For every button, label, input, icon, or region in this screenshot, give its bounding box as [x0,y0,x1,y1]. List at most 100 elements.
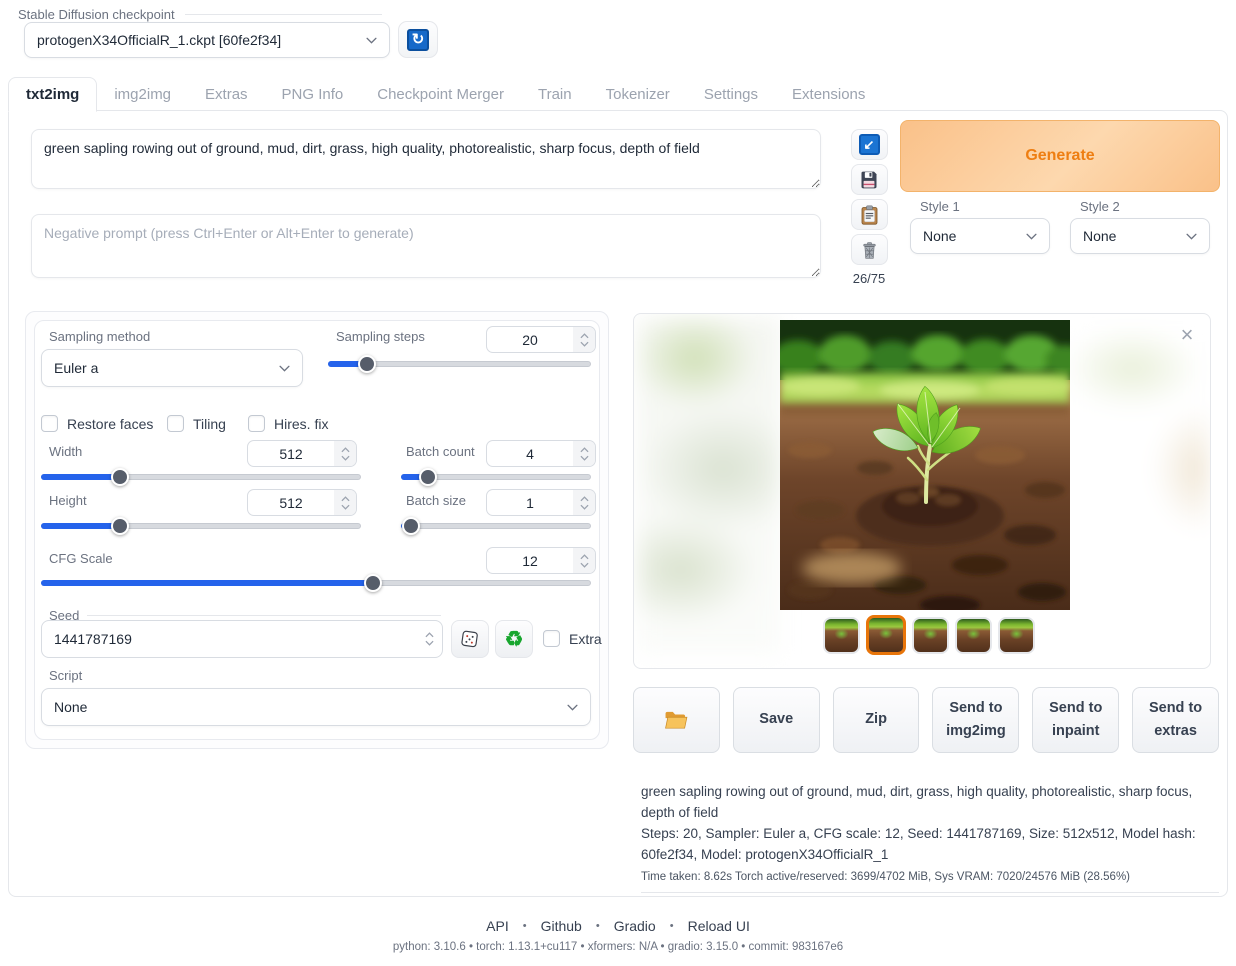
seed-input[interactable]: 1441787169 [41,620,443,658]
checkbox[interactable] [41,415,58,432]
footer-link-github[interactable]: Github [541,918,582,934]
checkpoint-label: Stable Diffusion checkpoint [18,7,382,22]
height-value: 512 [248,490,334,515]
output-actions: Save Zip Send to img2img Send to inpaint… [633,687,1219,753]
save-button[interactable]: Save [733,687,820,753]
slider-handle[interactable] [364,574,382,592]
generate-button[interactable]: Generate [900,120,1220,192]
width-input[interactable]: 512 [247,440,357,467]
random-seed-button[interactable] [451,620,489,658]
checkbox[interactable] [167,415,184,432]
checkbox[interactable] [543,630,560,647]
tab-extras[interactable]: Extras [188,78,265,111]
separator: • [670,920,674,932]
tab-settings[interactable]: Settings [687,78,775,111]
batch-size-spinner[interactable] [573,490,595,515]
cfg-scale-input[interactable]: 12 [486,547,596,574]
chevron-down-icon [1026,233,1037,240]
save-style-button[interactable] [851,164,888,195]
prompt-tools: ↙ 26/75 [850,129,888,286]
prompt-input[interactable]: green sapling rowing out of ground, mud,… [31,129,821,189]
recycle-icon: ♻ [505,629,524,650]
style1-label: Style 1 [920,199,960,214]
slider-handle[interactable] [419,468,437,486]
height-label: Height [49,493,87,508]
tiling-checkbox[interactable]: Tiling [167,415,226,432]
tab-tokenizer[interactable]: Tokenizer [589,78,687,111]
height-spinner[interactable] [334,490,356,515]
zip-button[interactable]: Zip [833,687,920,753]
generated-image-preview[interactable] [780,320,1070,610]
generation-info-prompt: green sapling rowing out of ground, mud,… [641,782,1219,824]
height-input[interactable]: 512 [247,489,357,516]
sampling-steps-slider[interactable] [328,355,591,373]
footer-link-api[interactable]: API [486,918,509,934]
cfg-scale-value: 12 [487,548,573,573]
seed-spinner[interactable] [416,621,442,657]
slider-handle[interactable] [358,355,376,373]
negative-prompt-input[interactable] [31,214,821,278]
batch-count-label: Batch count [406,444,475,459]
width-slider[interactable] [41,468,361,486]
checkbox[interactable] [248,415,265,432]
footer-link-reload-ui[interactable]: Reload UI [688,918,750,934]
cfg-scale-spinner[interactable] [573,548,595,573]
tab-png-info[interactable]: PNG Info [265,78,361,111]
tab-extensions[interactable]: Extensions [775,78,882,111]
apply-style-button[interactable] [851,199,888,230]
gallery-thumbnail-3[interactable] [912,617,949,654]
hires-fix-checkbox[interactable]: Hires. fix [248,415,328,432]
style2-dropdown[interactable]: None [1070,218,1210,254]
gallery-thumbnail-1[interactable] [823,617,860,654]
output-gallery: × [633,313,1211,669]
footer-link-gradio[interactable]: Gradio [614,918,656,934]
sampling-steps-spinner[interactable] [573,327,595,352]
script-dropdown[interactable]: None [41,688,591,726]
sampling-steps-input[interactable]: 20 [486,326,596,353]
tab-txt2img[interactable]: txt2img [8,77,97,112]
gallery-thumbnail-5[interactable] [998,617,1035,654]
batch-size-input[interactable]: 1 [486,489,596,516]
reuse-seed-button[interactable]: ♻ [495,620,533,658]
slider-handle[interactable] [402,517,420,535]
send-to-inpaint-button[interactable]: Send to inpaint [1032,687,1119,753]
label-rule [185,14,382,15]
slider-handle[interactable] [111,517,129,535]
seed-value: 1441787169 [42,621,416,657]
refresh-checkpoints-button[interactable]: ↻ [398,21,438,58]
slider-handle[interactable] [111,468,129,486]
tab-img2img[interactable]: img2img [97,78,188,111]
gallery-thumbnail-4[interactable] [955,617,992,654]
open-folder-button[interactable] [633,687,720,753]
style1-dropdown[interactable]: None [910,218,1050,254]
close-icon[interactable]: × [1174,322,1200,348]
send-to-extras-button[interactable]: Send to extras [1132,687,1219,753]
style1-value: None [923,228,956,244]
floppy-disk-icon [859,170,879,190]
extra-seed-checkbox[interactable]: Extra [543,630,602,647]
cfg-scale-slider[interactable] [41,574,591,592]
width-spinner[interactable] [334,441,356,466]
paste-generation-params-button[interactable]: ↙ [851,129,888,160]
restore-faces-checkbox[interactable]: Restore faces [41,415,153,432]
sampling-method-label: Sampling method [49,329,150,344]
clear-prompt-button[interactable] [851,234,888,265]
gallery-thumbnail-2-selected[interactable] [866,615,906,655]
batch-size-slider[interactable] [401,517,591,535]
batch-count-spinner[interactable] [573,441,595,466]
stable-diffusion-webui: Stable Diffusion checkpoint protogenX34O… [0,0,1236,966]
checkpoint-label-text: Stable Diffusion checkpoint [18,7,175,22]
txt2img-panel: green sapling rowing out of ground, mud,… [8,110,1228,897]
sampling-method-value: Euler a [54,360,98,376]
gallery-adjacent-image-right [1070,318,1208,654]
checkpoint-dropdown[interactable]: protogenX34OfficialR_1.ckpt [60fe2f34] [24,22,390,58]
batch-count-slider[interactable] [401,468,591,486]
batch-count-input[interactable]: 4 [486,440,596,467]
tab-checkpoint-merger[interactable]: Checkpoint Merger [360,78,521,111]
arrow-down-left-icon: ↙ [859,134,880,155]
footer: API • Github • Gradio • Reload UI python… [0,918,1236,953]
send-to-img2img-button[interactable]: Send to img2img [932,687,1019,753]
sampling-method-dropdown[interactable]: Euler a [41,349,303,387]
tab-train[interactable]: Train [521,78,589,111]
height-slider[interactable] [41,517,361,535]
